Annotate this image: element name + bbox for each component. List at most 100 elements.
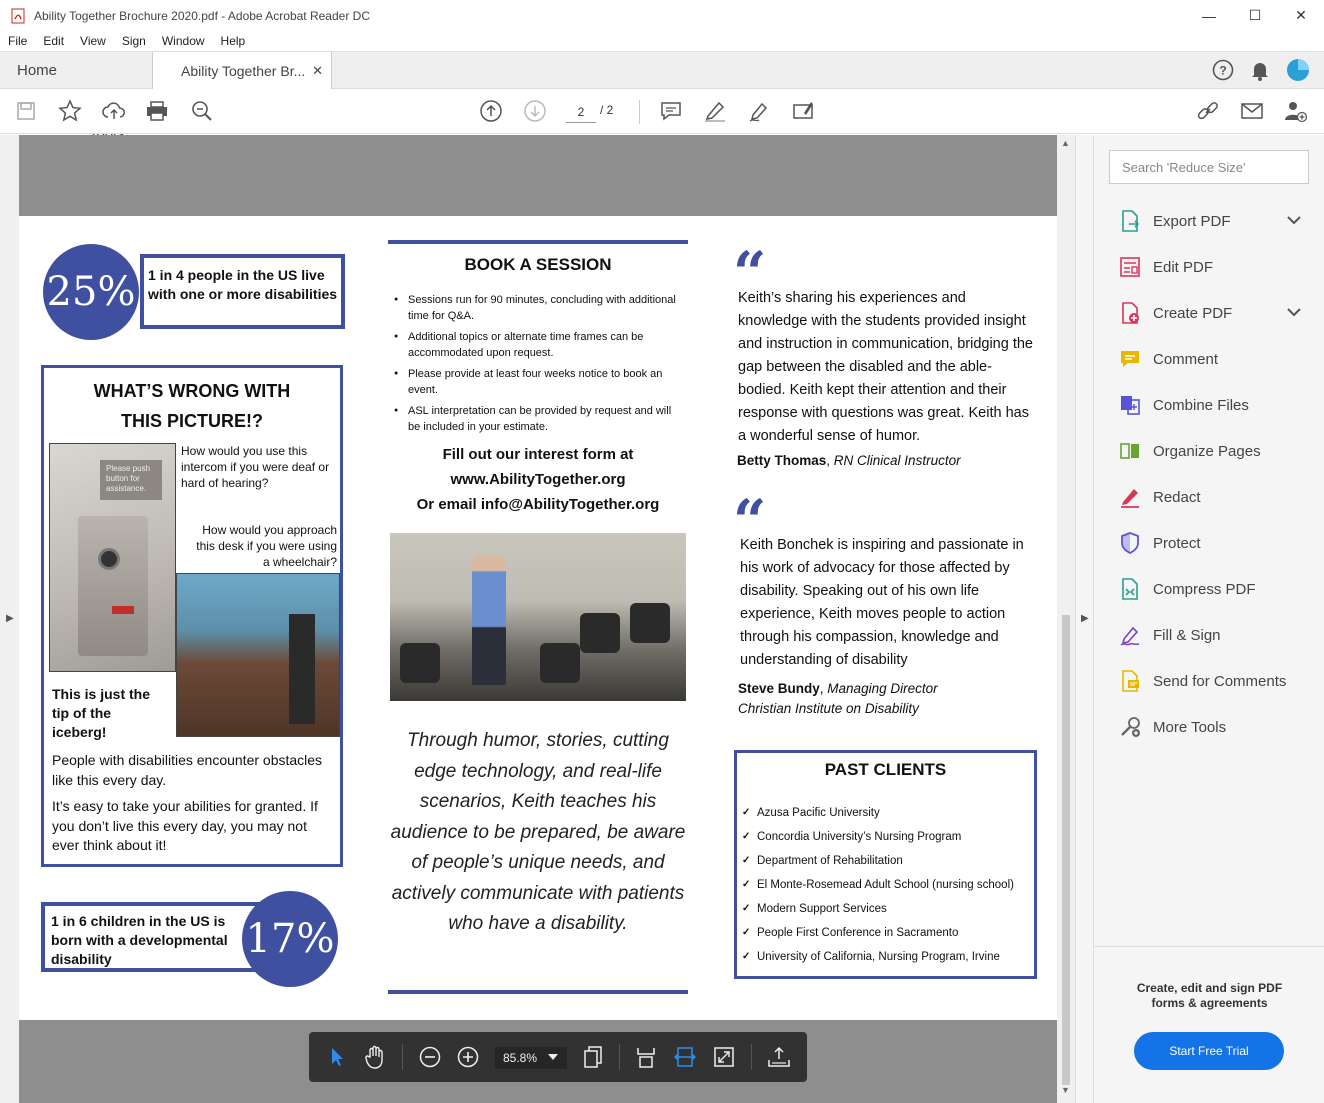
tool-item-compress-pdf[interactable]: Compress PDF: [1094, 566, 1324, 612]
chevron-down-icon[interactable]: [1287, 304, 1301, 321]
print-icon[interactable]: [145, 99, 169, 123]
next-page-icon[interactable]: [523, 99, 547, 123]
floating-toolbar: 85.8%: [309, 1032, 807, 1082]
expand-left-panel-icon[interactable]: ▶: [6, 613, 14, 624]
tool-item-comment[interactable]: Comment: [1094, 336, 1324, 382]
tool-item-organize-pages[interactable]: Organize Pages: [1094, 428, 1324, 474]
testimonial-text: Keith Bonchek is inspiring and passionat…: [740, 537, 1024, 668]
notifications-bell-icon[interactable]: [1250, 59, 1270, 81]
upload-cloud-icon[interactable]: [102, 99, 126, 123]
toolbar-divider: [639, 100, 640, 124]
minimize-button[interactable]: —: [1186, 0, 1232, 31]
scroll-up-icon[interactable]: ▲: [1061, 138, 1070, 148]
highlight-pen-icon[interactable]: [703, 99, 727, 123]
past-clients-box: PAST CLIENTS Azusa Pacific University Co…: [734, 750, 1037, 979]
whats-wrong-heading: WHAT’S WRONG WITH THIS PICTURE!?: [44, 376, 340, 436]
tool-item-fill-sign[interactable]: Fill & Sign: [1094, 612, 1324, 658]
reception-desk-photo: [176, 573, 340, 737]
tab-home[interactable]: Home: [17, 52, 57, 90]
tab-bar: Home Tools Ability Together Br... ✕ ?: [0, 51, 1324, 142]
zoom-out-icon[interactable]: [418, 1045, 442, 1069]
clients-list: Azusa Pacific University Concordia Unive…: [742, 806, 1014, 974]
fit-width-icon[interactable]: [673, 1045, 697, 1069]
client-item: Concordia University’s Nursing Program: [742, 830, 1014, 854]
help-icon[interactable]: ?: [1212, 59, 1234, 81]
email-icon[interactable]: [1240, 99, 1264, 123]
promo-label: Create, edit and sign PDF forms & agreem…: [1136, 981, 1283, 1010]
fill-form-icon[interactable]: [791, 99, 815, 123]
past-clients-heading: PAST CLIENTS: [824, 760, 947, 779]
tool-item-create-pdf[interactable]: Create PDF: [1094, 290, 1324, 336]
page-number-input[interactable]: 2: [566, 101, 596, 123]
tools-search-input[interactable]: Search 'Reduce Size': [1109, 150, 1309, 184]
website-link[interactable]: www.AbilityTogether.org: [388, 467, 688, 492]
bookmark-star-icon[interactable]: [58, 99, 82, 123]
tool-item-combine-files[interactable]: Combine Files: [1094, 382, 1324, 428]
testimonial-role: RN Clinical Instructor: [833, 453, 961, 468]
close-tab-button[interactable]: ✕: [312, 52, 323, 90]
tool-item-redact[interactable]: Redact: [1094, 474, 1324, 520]
organize-pages-icon: [1118, 439, 1142, 463]
tab-document[interactable]: Ability Together Br... ✕: [152, 52, 332, 91]
comment-tool-icon[interactable]: [659, 99, 683, 123]
tool-item-send-for-comments[interactable]: Send for Comments: [1094, 658, 1324, 704]
share-link-icon[interactable]: [1196, 99, 1220, 123]
tool-item-export-pdf[interactable]: Export PDF: [1094, 198, 1324, 244]
water-cooler: [289, 614, 315, 724]
select-cursor-icon[interactable]: [325, 1045, 349, 1069]
classroom-chair: [400, 643, 440, 683]
menu-window[interactable]: Window: [154, 31, 213, 51]
menu-view[interactable]: View: [72, 31, 114, 51]
testimonial-role: Managing Director: [827, 681, 938, 696]
chevron-down-icon[interactable]: [1287, 212, 1301, 229]
menu-edit[interactable]: Edit: [35, 31, 72, 51]
testimonial-name: Steve Bundy: [738, 681, 820, 696]
page-display-icon[interactable]: [581, 1045, 605, 1069]
zoom-in-icon[interactable]: [456, 1045, 480, 1069]
window-title: Ability Together Brochure 2020.pdf - Ado…: [34, 8, 370, 23]
email-line[interactable]: Or email info@AbilityTogether.org: [388, 492, 688, 517]
document-viewer[interactable]: ▶ 1 in 4 people in the US live with one …: [0, 135, 1075, 1103]
heading-line-1: WHAT’S WRONG WITH: [93, 381, 291, 401]
collapse-right-panel-icon[interactable]: ▶: [1081, 613, 1089, 624]
tool-item-protect[interactable]: Protect: [1094, 520, 1324, 566]
add-user-icon[interactable]: [1283, 99, 1307, 123]
desk-question: How would you approach this desk if you …: [196, 523, 337, 569]
redact-icon: [1118, 485, 1142, 509]
intercom-photo: Please push button for assistance.: [49, 443, 176, 672]
chevron-down-icon[interactable]: [541, 1045, 565, 1069]
save-icon[interactable]: [14, 99, 38, 123]
scroll-down-icon[interactable]: ▼: [1061, 1085, 1070, 1095]
fit-page-icon[interactable]: [634, 1045, 658, 1069]
sign-pen-icon[interactable]: [747, 99, 771, 123]
testimonial-name: Betty Thomas: [737, 453, 827, 468]
intercom-button: [112, 606, 134, 614]
menu-file[interactable]: File: [0, 31, 35, 51]
vertical-scrollbar[interactable]: ▲ ▼: [1057, 135, 1075, 1103]
full-screen-icon[interactable]: [712, 1045, 736, 1069]
maximize-button[interactable]: ☐: [1232, 0, 1278, 31]
close-window-button[interactable]: ✕: [1278, 0, 1324, 31]
keith-description: Through humor, stories, cutting edge tec…: [390, 730, 686, 934]
right-panel-toggle[interactable]: ▶: [1075, 135, 1093, 1103]
tool-item-label: Export PDF: [1153, 212, 1231, 230]
find-zoom-icon[interactable]: [190, 99, 214, 123]
start-free-trial-button[interactable]: Start Free Trial: [1134, 1032, 1284, 1070]
account-avatar-icon[interactable]: [1286, 58, 1310, 82]
read-mode-icon[interactable]: [767, 1045, 791, 1069]
tool-item-more-tools[interactable]: More Tools: [1094, 704, 1324, 750]
edit-pdf-icon: [1118, 255, 1142, 279]
book-session-heading: BOOK A SESSION: [464, 255, 612, 274]
left-nav-collapsed[interactable]: ▶: [0, 135, 19, 1103]
tool-item-label: Compress PDF: [1153, 580, 1256, 598]
hand-tool-icon[interactable]: [363, 1045, 387, 1069]
tool-item-edit-pdf[interactable]: Edit PDF: [1094, 244, 1324, 290]
abilities-paragraph: It’s easy to take your abilities for gra…: [52, 798, 318, 853]
book-bottom-rule: [388, 990, 688, 994]
fill-sign-icon: [1118, 623, 1142, 647]
menu-sign[interactable]: Sign: [114, 31, 154, 51]
menu-help[interactable]: Help: [213, 31, 254, 51]
previous-page-icon[interactable]: [479, 99, 503, 123]
scrollbar-thumb[interactable]: [1062, 615, 1070, 1085]
toolbar-divider: [619, 1044, 620, 1070]
